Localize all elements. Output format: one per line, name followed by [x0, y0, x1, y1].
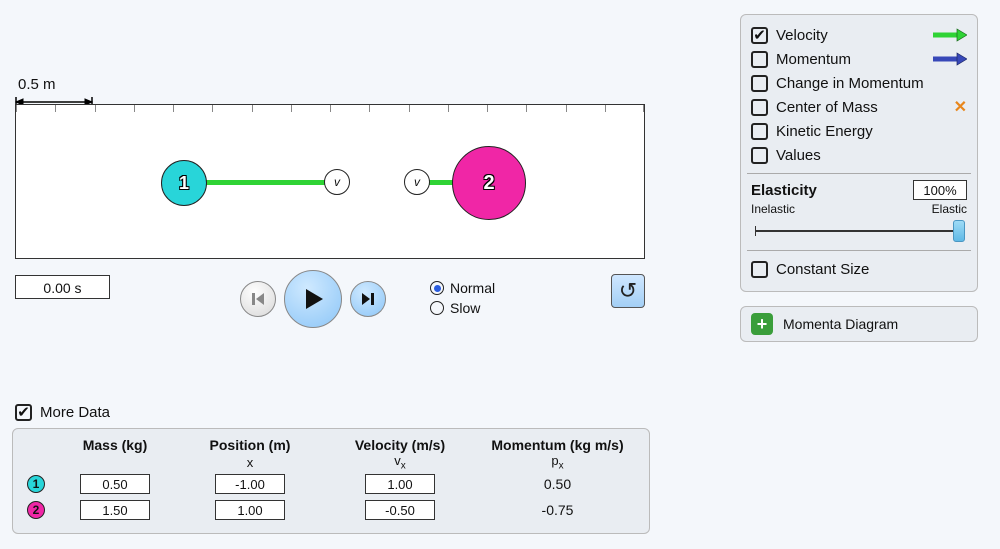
constant-size-checkbox[interactable]: Constant Size: [751, 257, 967, 281]
elasticity-value[interactable]: 100%: [913, 180, 967, 200]
velocity-arrow-icon: [933, 28, 967, 42]
momentum-checkbox-label: Momentum: [776, 51, 851, 68]
step-forward-button[interactable]: [350, 281, 386, 317]
velocity-input-1[interactable]: 1.00: [365, 474, 435, 494]
table-row: 2 1.50 1.00 -0.50 -0.75: [27, 497, 635, 523]
checkbox-icon: [751, 75, 768, 92]
checkbox-icon: [751, 123, 768, 140]
more-data-label: More Data: [40, 404, 110, 421]
header-mass: Mass (kg): [55, 437, 175, 453]
ruler-ticks: [16, 105, 644, 115]
subheader-position: x: [175, 455, 325, 470]
speed-radio-group: Normal Slow: [430, 278, 495, 318]
momentum-checkbox[interactable]: Momentum: [751, 47, 967, 71]
step-forward-icon: [360, 291, 376, 307]
ball-2[interactable]: 2: [452, 146, 526, 220]
ball-2-label: 2: [483, 172, 494, 195]
elasticity-endlabels: Inelastic Elastic: [751, 202, 967, 216]
speed-slow-label: Slow: [450, 298, 480, 318]
momenta-diagram-label: Momenta Diagram: [783, 316, 898, 332]
header-velocity: Velocity (m/s): [325, 437, 475, 453]
checkbox-icon: [751, 27, 768, 44]
values-label: Values: [776, 147, 821, 164]
speed-normal-radio[interactable]: Normal: [430, 278, 495, 298]
position-input-2[interactable]: 1.00: [215, 500, 285, 520]
velocity-handle-label: v: [414, 175, 420, 189]
velocity-checkbox[interactable]: Velocity: [751, 23, 967, 47]
speed-slow-radio[interactable]: Slow: [430, 298, 495, 318]
header-momentum: Momentum (kg m/s): [475, 437, 640, 453]
elasticity-row: Elasticity 100%: [751, 180, 967, 200]
momentum-value-2: -0.75: [475, 502, 640, 518]
checkbox-icon: [751, 99, 768, 116]
data-table: Mass (kg) Position (m) Velocity (m/s) Mo…: [12, 428, 650, 534]
subheader-momentum: px: [475, 453, 640, 472]
checkbox-icon: [751, 51, 768, 68]
checkbox-icon: [751, 261, 768, 278]
play-button[interactable]: [284, 270, 342, 328]
ball-tag-1: 1: [27, 475, 45, 493]
checkbox-icon: [15, 404, 32, 421]
velocity-input-2[interactable]: -0.50: [365, 500, 435, 520]
header-position: Position (m): [175, 437, 325, 453]
kinetic-energy-label: Kinetic Energy: [776, 123, 873, 140]
step-back-button[interactable]: [240, 281, 276, 317]
change-momentum-checkbox[interactable]: Change in Momentum: [751, 71, 967, 95]
elasticity-label: Elasticity: [751, 182, 817, 199]
radio-icon: [430, 301, 444, 315]
momentum-value-1: 0.50: [475, 476, 640, 492]
expand-icon: +: [751, 313, 773, 335]
elasticity-slider[interactable]: [755, 218, 963, 244]
table-row: 1 0.50 -1.00 1.00 0.50: [27, 471, 635, 497]
velocity-handle-ball1[interactable]: v: [324, 169, 350, 195]
center-of-mass-checkbox[interactable]: Center of Mass ✕: [751, 95, 967, 119]
reset-button[interactable]: ↺: [611, 274, 645, 308]
slider-thumb[interactable]: [953, 220, 965, 242]
play-icon: [301, 287, 325, 311]
kinetic-energy-checkbox[interactable]: Kinetic Energy: [751, 119, 967, 143]
momentum-arrow-icon: [933, 52, 967, 66]
ball-1[interactable]: 1: [161, 160, 207, 206]
ball-tag-2: 2: [27, 501, 45, 519]
options-panel: Velocity Momentum Change in Momentum Cen…: [740, 14, 978, 292]
more-data-checkbox[interactable]: More Data: [15, 404, 110, 421]
scale-label: 0.5 m: [18, 76, 56, 93]
values-checkbox[interactable]: Values: [751, 143, 967, 167]
momenta-diagram-toggle[interactable]: + Momenta Diagram: [740, 306, 978, 342]
radio-icon: [430, 281, 444, 295]
center-of-mass-icon: ✕: [954, 97, 967, 117]
velocity-checkbox-label: Velocity: [776, 27, 828, 44]
center-of-mass-label: Center of Mass: [776, 99, 878, 116]
inelastic-label: Inelastic: [751, 202, 795, 216]
slider-tick: [755, 226, 756, 236]
slider-line: [755, 230, 963, 232]
elastic-label: Elastic: [932, 202, 967, 216]
time-display: 0.00 s: [15, 275, 110, 299]
speed-normal-label: Normal: [450, 278, 495, 298]
velocity-handle-ball2[interactable]: v: [404, 169, 430, 195]
step-back-icon: [250, 291, 266, 307]
change-momentum-label: Change in Momentum: [776, 75, 924, 92]
divider: [747, 250, 971, 251]
mass-input-1[interactable]: 0.50: [80, 474, 150, 494]
checkbox-icon: [751, 147, 768, 164]
ball-1-label: 1: [179, 173, 189, 194]
subheader-velocity: vx: [325, 453, 475, 472]
velocity-handle-label: v: [334, 175, 340, 189]
divider: [747, 173, 971, 174]
simulation-area[interactable]: 1 2 v v: [15, 104, 645, 259]
mass-input-2[interactable]: 1.50: [80, 500, 150, 520]
play-controls: [240, 270, 386, 328]
position-input-1[interactable]: -1.00: [215, 474, 285, 494]
reset-icon: ↺: [619, 278, 637, 304]
constant-size-label: Constant Size: [776, 261, 869, 278]
